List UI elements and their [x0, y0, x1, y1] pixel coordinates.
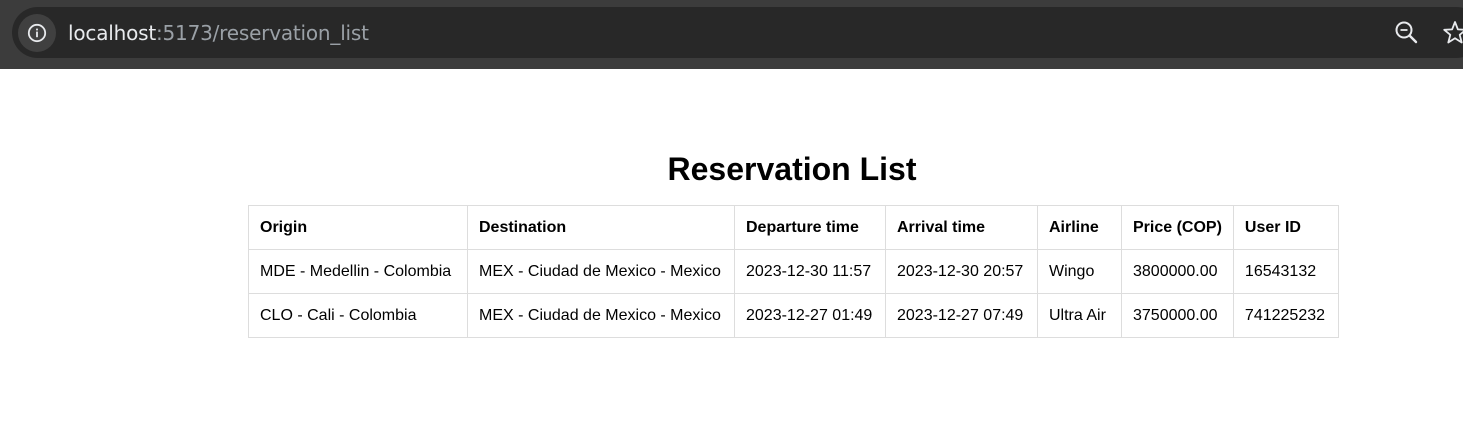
cell-arrival-time: 2023-12-27 07:49 [885, 293, 1038, 338]
cell-airline: Wingo [1037, 249, 1122, 294]
cell-departure-time: 2023-12-27 01:49 [734, 293, 886, 338]
browser-toolbar: localhost:5173/reservation_list [0, 0, 1463, 69]
header-departure-time: Departure time [734, 205, 886, 250]
zoom-button[interactable] [1392, 18, 1422, 48]
url-host: localhost [68, 21, 156, 45]
header-price: Price (COP) [1121, 205, 1234, 250]
site-info-button[interactable] [18, 14, 56, 52]
table-header-row: Origin Destination Departure time Arriva… [248, 205, 1339, 250]
cell-price: 3750000.00 [1121, 293, 1234, 338]
cell-origin: MDE - Medellin - Colombia [248, 249, 468, 294]
header-airline: Airline [1037, 205, 1122, 250]
url-text[interactable]: localhost:5173/reservation_list [68, 19, 369, 47]
cell-departure-time: 2023-12-30 11:57 [734, 249, 886, 294]
url-path: :5173/reservation_list [155, 21, 369, 45]
cell-price: 3800000.00 [1121, 249, 1234, 294]
page-title: Reservation List [667, 151, 917, 187]
star-icon [1440, 21, 1463, 52]
cell-origin: CLO - Cali - Colombia [248, 293, 468, 338]
cell-destination: MEX - Ciudad de Mexico - Mexico [467, 249, 735, 294]
header-user-id: User ID [1232, 205, 1339, 250]
cell-user-id: 16543132 [1232, 249, 1339, 294]
cell-destination: MEX - Ciudad de Mexico - Mexico [467, 293, 735, 338]
cell-user-id: 741225232 [1232, 293, 1339, 338]
bookmark-button[interactable] [1440, 18, 1463, 48]
zoom-icon [1392, 21, 1422, 52]
header-arrival-time: Arrival time [885, 205, 1038, 250]
cell-airline: Ultra Air [1037, 293, 1122, 338]
reservation-table: Origin Destination Departure time Arriva… [248, 205, 1339, 338]
table-row: MDE - Medellin - Colombia MEX - Ciudad d… [248, 249, 1339, 294]
header-destination: Destination [467, 205, 735, 250]
header-origin: Origin [248, 205, 468, 250]
table-row: CLO - Cali - Colombia MEX - Ciudad de Me… [248, 293, 1339, 338]
cell-arrival-time: 2023-12-30 20:57 [885, 249, 1038, 294]
